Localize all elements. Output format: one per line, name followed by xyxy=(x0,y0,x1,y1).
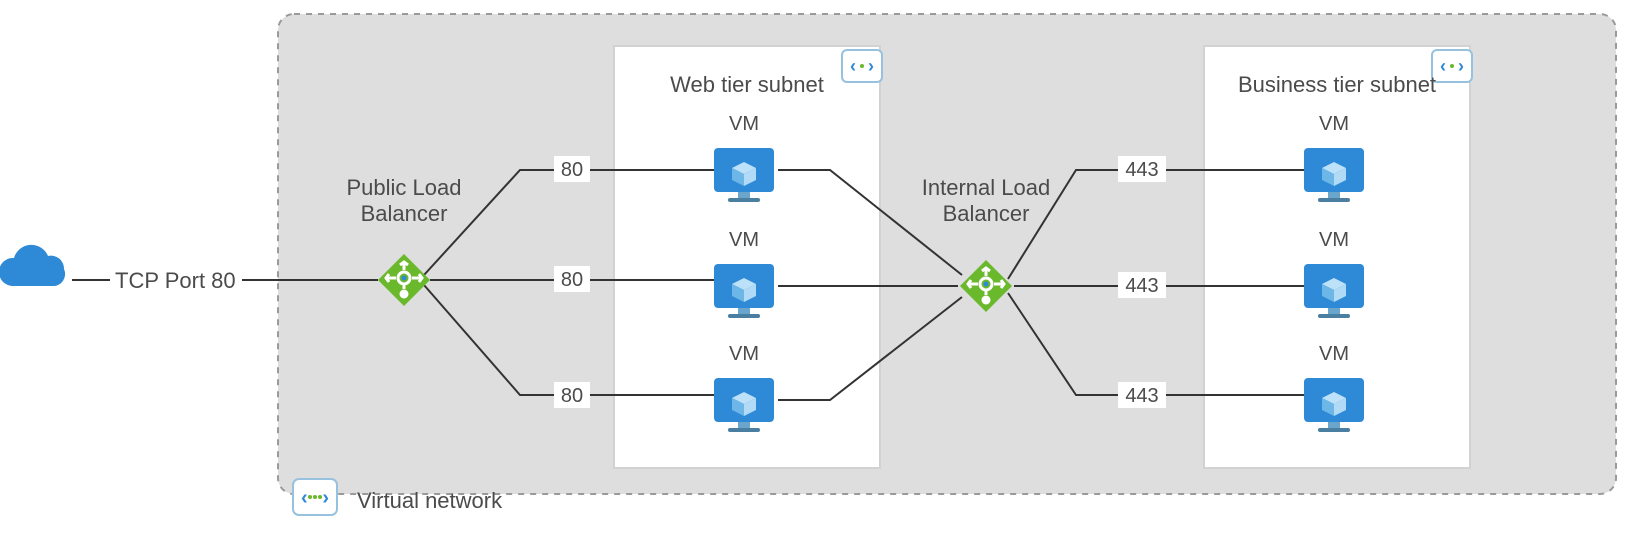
svg-text:443: 443 xyxy=(1125,385,1158,407)
internal-lb-label-1: Internal Load xyxy=(922,175,1050,200)
vnet-label: Virtual network xyxy=(357,488,503,513)
subnet-badge-icon xyxy=(1432,50,1472,82)
svg-text:VM: VM xyxy=(1319,113,1349,135)
public-lb-label-2: Balancer xyxy=(361,201,448,226)
svg-text:VM: VM xyxy=(729,343,759,365)
business-subnet-title: Business tier subnet xyxy=(1238,72,1436,97)
svg-text:VM: VM xyxy=(729,229,759,251)
svg-text:VM: VM xyxy=(729,113,759,135)
svg-text:443: 443 xyxy=(1125,159,1158,181)
svg-text:80: 80 xyxy=(561,269,583,291)
svg-text:VM: VM xyxy=(1319,343,1349,365)
web-subnet-title: Web tier subnet xyxy=(670,72,824,97)
svg-text:80: 80 xyxy=(561,385,583,407)
svg-text:VM: VM xyxy=(1319,229,1349,251)
internal-lb-label-2: Balancer xyxy=(943,201,1030,226)
vnet-badge-icon xyxy=(293,479,337,515)
subnet-badge-icon xyxy=(842,50,882,82)
svg-text:TCP Port 80: TCP Port 80 xyxy=(115,268,236,293)
svg-text:80: 80 xyxy=(561,159,583,181)
cloud-icon xyxy=(0,245,65,286)
svg-text:443: 443 xyxy=(1125,275,1158,297)
public-lb-label-1: Public Load xyxy=(347,175,462,200)
